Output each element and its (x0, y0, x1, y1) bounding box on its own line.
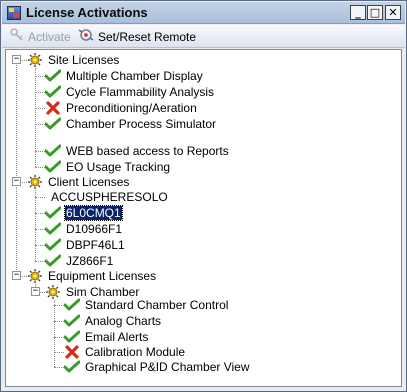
tree-node-preconditioning-aeration[interactable]: Preconditioning/Aeration (44, 100, 198, 116)
app-icon (7, 6, 21, 20)
tree-node-label: Client Licenses (48, 175, 130, 189)
check-icon (63, 359, 81, 375)
tree-node-dbpf46l1[interactable]: DBPF46L1 (44, 237, 126, 253)
tree-node-eo-usage-tracking[interactable]: EO Usage Tracking (44, 159, 171, 175)
site-licenses-expander[interactable]: − (12, 55, 21, 64)
tree-node-equipment-licenses[interactable]: Equipment Licenses (26, 268, 157, 284)
tree-node-accuspheresolo[interactable]: ACCUSPHERESOLO (47, 189, 169, 205)
tree-node-chamber-process-simulator[interactable]: Chamber Process Simulator (44, 116, 217, 132)
check-icon (44, 143, 62, 159)
tree-node-label: EO Usage Tracking (66, 160, 171, 174)
cross-icon (44, 100, 62, 116)
equipment-licenses-expander[interactable]: − (12, 271, 21, 280)
tree-node-d10966f1[interactable]: D10966F1 (44, 221, 123, 237)
tree-node-label: D10966F1 (66, 222, 123, 236)
check-icon (44, 68, 62, 84)
tree-node-label: Equipment Licenses (48, 269, 157, 283)
check-icon (63, 329, 81, 345)
tree-node-web-based-access-to-reports[interactable]: WEB based access to Reports (44, 143, 230, 159)
license-group-icon (44, 284, 62, 300)
license-group-icon (26, 268, 44, 284)
tree-node-client-licenses[interactable]: Client Licenses (26, 174, 130, 190)
check-icon (44, 237, 62, 253)
toolbar: Activate Set/Reset Remote (2, 25, 405, 48)
tree-node-6l0cmq1[interactable]: 6L0CMQ1 (44, 205, 123, 221)
window-title: License Activations (26, 5, 148, 20)
license-tree[interactable]: − − − − Site Licenses Multiple Chamber D… (5, 49, 402, 387)
check-icon (44, 84, 62, 100)
title-bar[interactable]: License Activations _ □ ✕ (2, 2, 405, 24)
tree-node-label: Standard Chamber Control (85, 298, 229, 312)
tree-node-site-licenses[interactable]: Site Licenses (26, 52, 120, 68)
activate-button[interactable]: Activate (10, 28, 71, 45)
check-icon (44, 253, 62, 269)
tree-node-label: Analog Charts (85, 314, 162, 328)
tree-node-multiple-chamber-display[interactable]: Multiple Chamber Display (44, 68, 204, 84)
minimize-button[interactable]: _ (350, 5, 366, 20)
tree-node-label: WEB based access to Reports (66, 144, 229, 158)
tree-node-label-selected: 6L0CMQ1 (64, 205, 123, 221)
sim-chamber-expander[interactable]: − (31, 287, 40, 296)
tree-node-label: ACCUSPHERESOLO (51, 190, 168, 204)
key-icon (10, 28, 24, 45)
tree-node-label: Graphical P&ID Chamber View (85, 360, 250, 374)
tree-node-label: DBPF46L1 (66, 238, 125, 252)
tree-node-label: Multiple Chamber Display (66, 69, 203, 83)
check-icon (44, 116, 62, 132)
tree-node-label: Preconditioning/Aeration (66, 101, 197, 115)
tree-node-calibration-module[interactable]: Calibration Module (63, 344, 186, 360)
set-reset-remote-label: Set/Reset Remote (98, 29, 197, 44)
check-icon (44, 159, 62, 175)
tree-node-analog-charts[interactable]: Analog Charts (63, 313, 162, 329)
remote-icon (78, 28, 94, 45)
check-icon (63, 297, 81, 313)
license-activations-window: License Activations _ □ ✕ Activate Set/R… (0, 0, 407, 392)
check-icon (44, 221, 62, 237)
tree-node-label: JZ866F1 (66, 254, 114, 268)
tree-node-label: Chamber Process Simulator (66, 117, 217, 131)
tree-node-label: Calibration Module (85, 345, 186, 359)
tree-node-cycle-flammability-analysis[interactable]: Cycle Flammability Analysis (44, 84, 215, 100)
tree-node-email-alerts[interactable]: Email Alerts (63, 329, 149, 345)
close-button[interactable]: ✕ (385, 5, 401, 20)
tree-node-jz866f1[interactable]: JZ866F1 (44, 253, 114, 269)
tree-node-label: Site Licenses (48, 53, 120, 67)
tree-node-graphical-pid-chamber-view[interactable]: Graphical P&ID Chamber View (63, 359, 251, 375)
tree-node-standard-chamber-control[interactable]: Standard Chamber Control (63, 297, 229, 313)
check-icon (63, 313, 81, 329)
license-group-icon (26, 52, 44, 68)
tree-node-label: Email Alerts (85, 330, 149, 344)
client-licenses-expander[interactable]: − (12, 177, 21, 186)
maximize-button[interactable]: □ (367, 5, 383, 20)
license-group-icon (26, 174, 44, 190)
tree-node-label: Cycle Flammability Analysis (66, 85, 215, 99)
activate-label: Activate (28, 29, 71, 44)
check-icon (44, 205, 62, 221)
set-reset-remote-button[interactable]: Set/Reset Remote (78, 28, 196, 45)
cross-icon (63, 344, 81, 360)
